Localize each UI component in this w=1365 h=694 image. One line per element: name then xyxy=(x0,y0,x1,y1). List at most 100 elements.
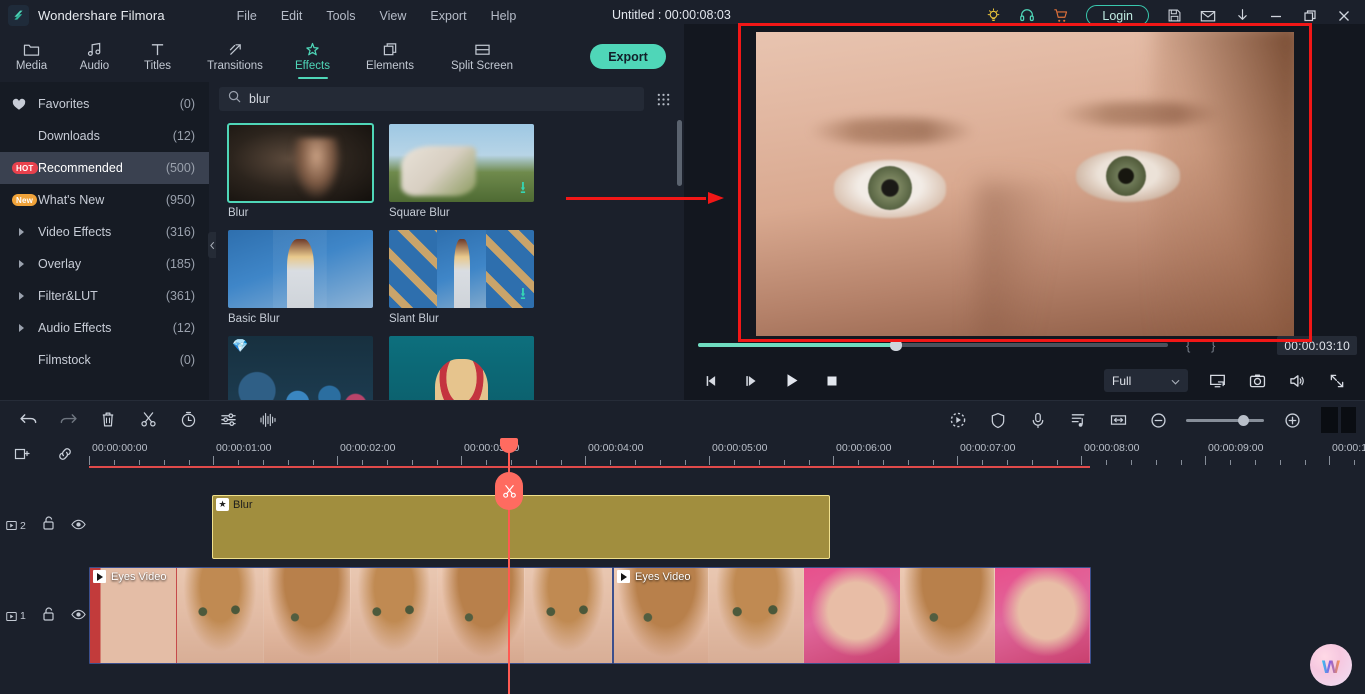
effect-card-blur[interactable]: Blur xyxy=(227,123,374,219)
add-marker-icon[interactable] xyxy=(13,445,31,463)
menu-tools[interactable]: Tools xyxy=(314,5,367,27)
seek-handle[interactable] xyxy=(890,339,902,351)
redo-button[interactable] xyxy=(48,401,88,439)
track-2-eye-icon[interactable] xyxy=(71,517,86,535)
fit-width-icon[interactable] xyxy=(1098,401,1138,439)
mark-out-button[interactable]: } xyxy=(1211,338,1215,353)
effect-name: Square Blur xyxy=(389,207,450,219)
sidebar-item-whats-new[interactable]: New What's New (950) xyxy=(0,184,209,216)
play-button[interactable] xyxy=(772,361,812,400)
preview-seek-bar[interactable] xyxy=(698,339,1168,351)
tab-split-screen[interactable]: Split Screen xyxy=(436,31,528,81)
sidebar-collapse-handle[interactable] xyxy=(208,232,216,258)
preview-eyebrow-left xyxy=(808,118,976,144)
effect-card-square-blur[interactable]: ⭳ Square Blur xyxy=(389,124,534,219)
track-2-header: 2 xyxy=(0,488,89,563)
tab-audio[interactable]: Audio xyxy=(63,31,126,81)
waveform-icon[interactable] xyxy=(248,401,288,439)
sidebar-item-filter-lut[interactable]: Filter&LUT (361) xyxy=(0,280,209,312)
menu-file[interactable]: File xyxy=(225,5,269,27)
tab-effects[interactable]: Effects xyxy=(281,31,344,81)
grid-view-icon[interactable] xyxy=(652,88,674,110)
next-frame-button[interactable] xyxy=(732,361,772,400)
track-2-lock-icon[interactable] xyxy=(42,516,55,535)
scissors-icon[interactable] xyxy=(128,401,168,439)
minus-circle-icon[interactable] xyxy=(1138,401,1178,439)
menu-export[interactable]: Export xyxy=(418,5,478,27)
effects-category-sidebar: Favorites (0) Downloads (12) HOT Recomme… xyxy=(0,82,209,400)
undo-button[interactable] xyxy=(8,401,48,439)
tab-transitions[interactable]: Transitions xyxy=(189,31,281,81)
menu-edit[interactable]: Edit xyxy=(269,5,315,27)
sliders-icon[interactable] xyxy=(208,401,248,439)
sidebar-item-recommended[interactable]: HOT Recommended (500) xyxy=(0,152,209,184)
sidebar-item-count: (0) xyxy=(179,97,195,111)
link-chain-icon[interactable] xyxy=(56,445,74,463)
scrollbar-thumb[interactable] xyxy=(677,120,682,186)
microphone-icon[interactable] xyxy=(1018,401,1058,439)
video-preview-canvas[interactable] xyxy=(756,32,1294,336)
effects-browser: blur Blur ⭳ Square Blur Basic Blur ⭳ Sla… xyxy=(209,82,684,400)
zoom-slider-handle[interactable] xyxy=(1238,414,1249,426)
timeline-video-clip-1[interactable]: Eyes Video xyxy=(89,567,613,664)
effect-thumbnail: ⭳ xyxy=(389,124,534,202)
render-preview-indicator[interactable] xyxy=(1321,407,1359,433)
search-input[interactable]: blur xyxy=(219,87,644,111)
mark-in-button[interactable]: { xyxy=(1186,338,1190,353)
stop-button[interactable] xyxy=(812,361,852,400)
download-icon[interactable]: ⭳ xyxy=(520,285,526,302)
trash-icon[interactable] xyxy=(88,401,128,439)
menu-view[interactable]: View xyxy=(368,5,419,27)
menu-bar: File Edit Tools View Export Help xyxy=(225,5,529,27)
timeline-ruler[interactable]: 00:00:00:00 00:00:01:00 00:00:02:00 00:0… xyxy=(0,438,1365,470)
expand-arrows-icon[interactable] xyxy=(1317,361,1357,400)
sidebar-item-audio-effects[interactable]: Audio Effects (12) xyxy=(0,312,209,344)
login-button[interactable]: Login xyxy=(1086,5,1149,26)
effects-scrollbar[interactable] xyxy=(677,120,682,392)
plus-circle-icon[interactable] xyxy=(1272,401,1312,439)
playhead-split-button[interactable] xyxy=(495,472,523,510)
shield-icon[interactable] xyxy=(978,401,1018,439)
monitor-icon[interactable] xyxy=(1197,361,1237,400)
stopwatch-icon[interactable] xyxy=(168,401,208,439)
tab-titles[interactable]: Titles xyxy=(126,31,189,81)
beat-sync-icon[interactable] xyxy=(1058,401,1098,439)
speaker-icon[interactable] xyxy=(1277,361,1317,400)
track-1-lock-icon[interactable] xyxy=(42,606,55,626)
motion-tracking-icon[interactable] xyxy=(938,401,978,439)
sidebar-item-downloads[interactable]: Downloads (12) xyxy=(0,120,209,152)
sidebar-item-filmstock[interactable]: Filmstock (0) xyxy=(0,344,209,376)
sidebar-item-favorites[interactable]: Favorites (0) xyxy=(0,88,209,120)
previous-frame-button[interactable] xyxy=(692,361,732,400)
folder-icon xyxy=(23,40,40,57)
ruler-tick-label: 00:00:07:00 xyxy=(960,442,1016,454)
tab-elements[interactable]: Elements xyxy=(344,31,436,81)
menu-help[interactable]: Help xyxy=(479,5,529,27)
timeline-playhead[interactable] xyxy=(495,438,523,694)
tab-label: Split Screen xyxy=(450,60,513,72)
effect-card-teal[interactable] xyxy=(389,336,534,400)
sidebar-item-video-effects[interactable]: Video Effects (316) xyxy=(0,216,209,248)
ruler-tick-label: 00:00:01:00 xyxy=(216,442,272,454)
ruler-tick-label: 00:00:04:00 xyxy=(588,442,644,454)
timeline-zoom-slider[interactable] xyxy=(1186,414,1264,426)
effect-card-slant-blur[interactable]: ⭳ Slant Blur xyxy=(389,230,534,325)
track-1-eye-icon[interactable] xyxy=(71,607,86,625)
export-button[interactable]: Export xyxy=(590,44,666,69)
preview-transport-controls: Full xyxy=(684,361,1365,400)
tab-media[interactable]: Media xyxy=(0,31,63,81)
download-icon[interactable]: ⭳ xyxy=(520,179,526,196)
track-number: 2 xyxy=(6,520,26,532)
tab-label: Elements xyxy=(366,60,414,72)
sidebar-item-overlay[interactable]: Overlay (185) xyxy=(0,248,209,280)
timeline-video-clip-2[interactable]: Eyes Video xyxy=(613,567,1091,664)
project-title: Untitled : 00:00:08:03 xyxy=(612,8,731,22)
preview-quality-select[interactable]: Full xyxy=(1104,369,1188,392)
clip-label: Eyes Video xyxy=(111,570,167,583)
effect-card-basic-blur[interactable]: Basic Blur xyxy=(228,230,373,325)
chevron-down-icon xyxy=(1171,374,1180,388)
timeline-effect-clip-blur[interactable]: ★ Blur xyxy=(212,495,830,559)
camera-icon[interactable] xyxy=(1237,361,1277,400)
effect-card-bokeh[interactable]: 💎 xyxy=(228,336,373,400)
sidebar-item-label: Favorites xyxy=(38,97,90,111)
